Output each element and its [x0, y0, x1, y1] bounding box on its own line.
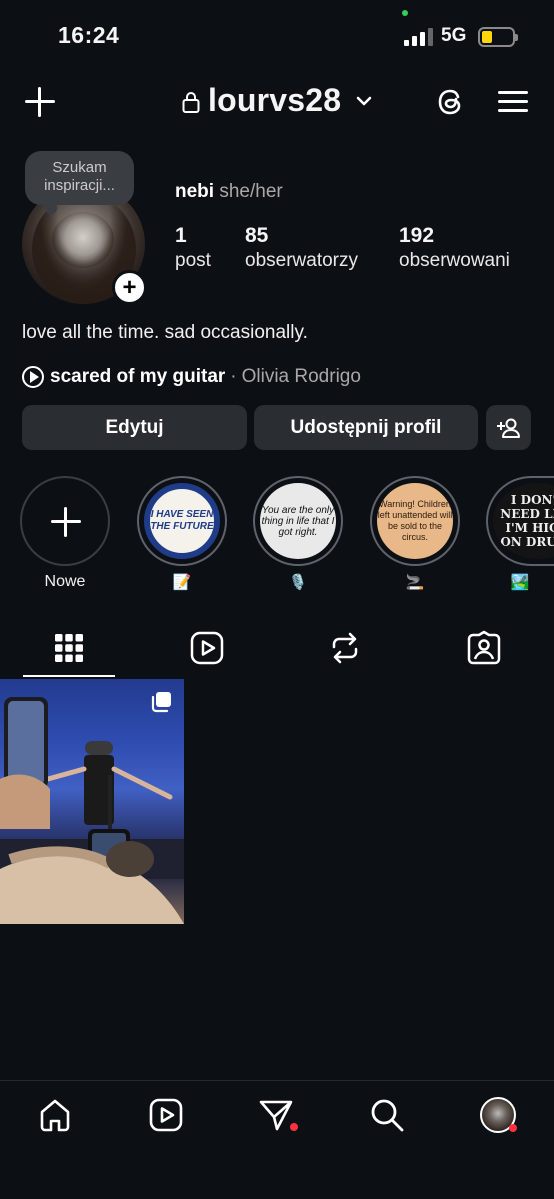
multiple-photos-icon [151, 692, 171, 713]
active-tab-indicator [23, 675, 115, 677]
following-count[interactable]: 192 [399, 224, 434, 248]
home-icon[interactable] [37, 1097, 73, 1133]
signal-icon [404, 28, 434, 46]
menu-icon[interactable] [498, 89, 530, 115]
bio-text: love all the time. sad occasionally. [22, 322, 308, 343]
highlight-label: 📝 [172, 574, 192, 591]
display-name: nebi [175, 181, 215, 202]
battery-icon [478, 27, 518, 47]
camera-indicator-icon [402, 10, 408, 16]
profile-username[interactable]: lourvs28 [208, 82, 341, 119]
status-time: 16:24 [58, 22, 120, 48]
discover-people-button[interactable] [486, 405, 531, 450]
lock-icon [182, 92, 200, 113]
highlight-item[interactable]: Warning! Children left unattended will b… [370, 476, 460, 566]
posts-count: 1 [175, 224, 187, 247]
highlight-label: 🎙️ [288, 574, 308, 591]
edit-profile-button[interactable]: Edytuj [22, 405, 247, 450]
reposts-icon[interactable] [327, 630, 363, 666]
add-person-icon [496, 418, 520, 438]
followers-label[interactable]: obserwatorzy [245, 250, 358, 272]
share-profile-button[interactable]: Udostępnij profil [254, 405, 478, 450]
chevron-down-icon[interactable] [355, 94, 373, 108]
search-icon[interactable] [369, 1097, 405, 1133]
song-separator: · [230, 366, 237, 387]
song-title[interactable]: scared of my guitar [50, 366, 225, 388]
highlight-cover-text: I HAVE SEEN THE FUTURE [144, 483, 220, 559]
highlight-cover-text: You are the only thing in life that I go… [260, 483, 336, 559]
pronouns: she/her [219, 181, 283, 202]
highlight-label: 🚬 [405, 574, 425, 591]
bottom-nav-divider [0, 1080, 554, 1081]
concert-photo [0, 697, 184, 924]
note-bubble[interactable]: Szukam inspiracji... [25, 151, 134, 214]
plus-icon [49, 505, 83, 539]
grid-icon[interactable] [51, 630, 87, 666]
send-icon[interactable] [258, 1097, 294, 1133]
highlight-cover-text: Warning! Children left unattended will b… [377, 483, 453, 559]
reels-icon[interactable] [148, 1097, 184, 1133]
new-highlight-button[interactable] [20, 476, 110, 566]
followers-count[interactable]: 85 [245, 224, 268, 248]
posts-label: post [175, 250, 211, 271]
post-thumbnail[interactable] [0, 679, 184, 924]
notification-dot [290, 1123, 298, 1131]
tagged-icon[interactable] [466, 630, 502, 666]
network-type: 5G [441, 25, 467, 46]
reels-icon[interactable] [189, 630, 225, 666]
new-highlight-label: Nowe [44, 573, 86, 590]
add-story-plus-icon[interactable]: + [112, 270, 147, 305]
threads-icon[interactable] [434, 85, 468, 119]
highlight-label: 🏞️ [510, 574, 530, 591]
highlight-item[interactable]: I DON'T NEED LIFE I'M HIGH ON DRUGS [486, 476, 554, 566]
highlight-item[interactable]: You are the only thing in life that I go… [253, 476, 343, 566]
highlight-item[interactable]: I HAVE SEEN THE FUTURE [137, 476, 227, 566]
display-name-row: nebi she/her [175, 181, 283, 203]
play-circle-icon[interactable] [22, 366, 44, 388]
song-artist[interactable]: Olivia Rodrigo [242, 366, 361, 388]
highlight-cover-text: I DON'T NEED LIFE I'M HIGH ON DRUGS [493, 483, 554, 559]
create-plus-icon[interactable] [22, 84, 58, 120]
profile-music[interactable]: scared of my guitar · Olivia Rodrigo [22, 366, 361, 388]
notification-dot [509, 1124, 517, 1132]
following-label[interactable]: obserwowani [399, 250, 510, 272]
